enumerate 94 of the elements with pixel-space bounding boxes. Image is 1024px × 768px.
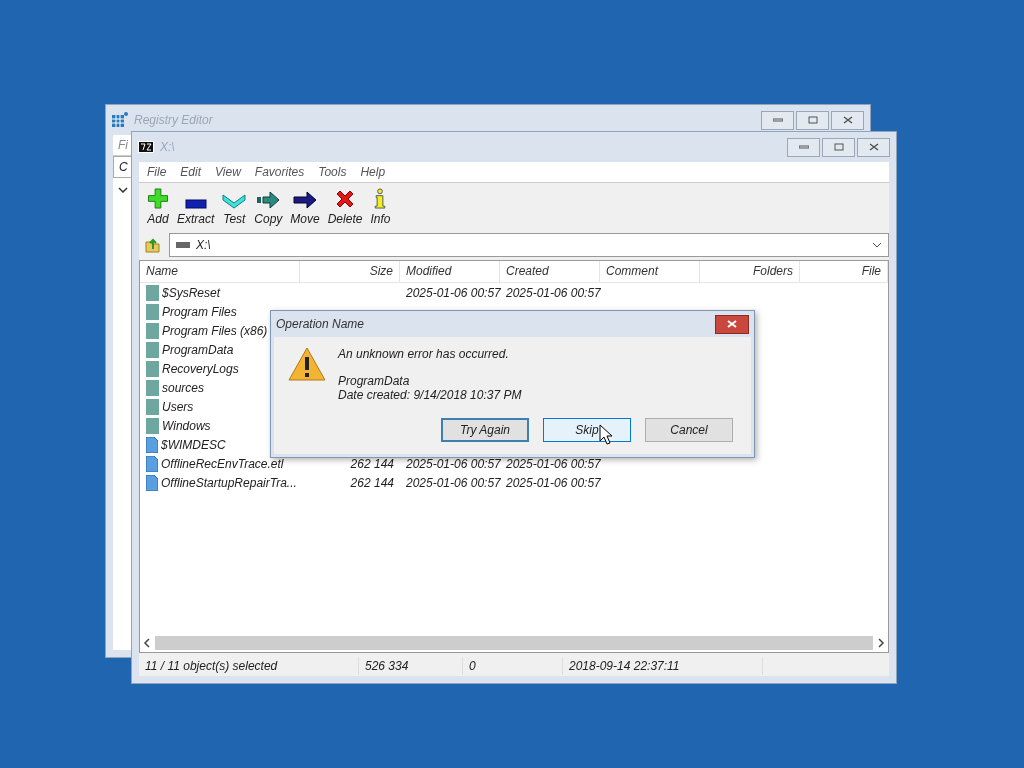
folder-icon [146, 341, 159, 358]
file-icon [146, 436, 158, 453]
column-header[interactable]: Folders [700, 261, 800, 282]
toolbar-button[interactable]: Info [366, 186, 395, 228]
menu-item[interactable]: Favorites [254, 165, 305, 179]
scroll-right-icon[interactable] [877, 638, 885, 648]
toolbar-button[interactable]: Extract [173, 186, 219, 228]
item-detail: Date created: 9/14/2018 10:37 PM [338, 388, 522, 402]
column-header[interactable]: Name [140, 261, 300, 282]
file-name[interactable]: Windows [162, 418, 211, 433]
toolbar-button[interactable]: Delete [323, 186, 367, 228]
error-message: An unknown error has occurred. [338, 347, 510, 361]
column-header[interactable]: File [800, 261, 888, 282]
file-name[interactable]: $SysReset [162, 285, 221, 300]
app-icon [138, 141, 154, 153]
table-cell-text: 2025-01-06 00:57 [505, 475, 600, 490]
minimize-icon [798, 145, 809, 149]
drive-icon [176, 242, 190, 248]
close-button[interactable] [831, 110, 864, 130]
file-name[interactable]: OfflineRecEnvTrace.etl [161, 456, 284, 471]
folder-icon [146, 379, 159, 396]
folder-icon [146, 360, 159, 377]
file-name[interactable]: $WIMDESC [161, 437, 226, 452]
file-name[interactable]: Users [162, 399, 194, 414]
plus-icon [147, 188, 169, 209]
scroll-left-icon[interactable] [143, 638, 151, 648]
folder-icon [146, 284, 159, 301]
maximize-icon [833, 143, 844, 151]
dialog-button[interactable]: Skip [543, 418, 631, 442]
registry-icon [112, 112, 128, 128]
menu-item[interactable]: Fi [118, 138, 128, 152]
minus-icon [184, 199, 207, 209]
info-icon [373, 188, 388, 209]
folder-icon [146, 398, 159, 415]
cursor-icon [599, 424, 613, 446]
table-cell-text: 2025-01-06 00:57 [405, 475, 500, 490]
column-header[interactable]: Comment [600, 261, 700, 282]
table-cell-text: 2025-01-06 00:57 [505, 285, 600, 300]
status-text: 11 / 11 object(s) selected [139, 657, 359, 675]
file-name[interactable]: ProgramData [162, 342, 234, 357]
close-icon [727, 320, 737, 328]
column-header[interactable]: C [119, 160, 128, 174]
toolbar-button[interactable]: Add [143, 186, 173, 228]
status-text: 2018-09-14 22:37:11 [563, 657, 763, 675]
arrow-icon [256, 191, 281, 209]
warning-icon [288, 347, 326, 381]
table-cell-text: 262 144 [349, 475, 395, 490]
close-icon [842, 116, 853, 124]
file-name[interactable]: RecoveryLogs [162, 361, 239, 376]
dialog-title: Operation Name [276, 317, 365, 331]
column-header[interactable]: Created [500, 261, 600, 282]
item-name: ProgramData [338, 374, 411, 388]
window-title: X:\ [160, 140, 175, 154]
close-button[interactable] [715, 314, 749, 334]
toolbar-button[interactable]: Copy [250, 186, 287, 228]
file-name[interactable]: sources [162, 380, 205, 395]
menu-item[interactable]: Help [360, 165, 386, 179]
minimize-icon [772, 118, 783, 122]
maximize-icon [807, 116, 818, 124]
close-button[interactable] [857, 137, 890, 157]
column-header[interactable]: Size [300, 261, 400, 282]
table-cell-text: 2025-01-06 00:57 [405, 456, 500, 471]
chevron-icon[interactable] [118, 187, 128, 193]
dialog-button[interactable]: Try Again [441, 418, 529, 442]
table-cell-text: 262 144 [349, 456, 395, 471]
column-header[interactable]: Modified [400, 261, 500, 282]
file-icon [146, 455, 158, 472]
address-field[interactable]: X:\ [169, 233, 889, 257]
window-title: Registry Editor [134, 113, 213, 127]
file-icon [146, 474, 158, 491]
dropdown-icon[interactable] [872, 242, 882, 248]
folder-icon [146, 417, 159, 434]
table-cell-text: 2025-01-06 00:57 [505, 456, 600, 471]
toolbar-button[interactable]: Test [218, 186, 251, 228]
chevron-icon [222, 193, 247, 209]
folder-icon [146, 322, 159, 339]
file-name[interactable]: Program Files [162, 304, 237, 319]
menu-item[interactable]: Edit [180, 165, 202, 179]
file-name[interactable]: OfflineStartupRepairTra... [161, 475, 297, 490]
arrow-icon [293, 191, 318, 209]
table-cell-text: 2025-01-06 00:57 [405, 285, 500, 300]
menu-item[interactable]: View [215, 165, 241, 179]
menu-item[interactable]: File [147, 165, 167, 179]
close-icon [868, 143, 879, 151]
status-text: 526 334 [359, 657, 463, 675]
menu-item[interactable]: Tools [318, 165, 347, 179]
folder-icon [146, 303, 159, 320]
scrollbar-thumb[interactable] [155, 636, 873, 650]
x-icon [335, 189, 356, 209]
status-text: 0 [463, 657, 563, 675]
file-name[interactable]: Program Files (x86) [162, 323, 268, 338]
toolbar-button[interactable]: Move [286, 186, 324, 228]
dialog-button[interactable]: Cancel [645, 418, 733, 442]
folder-up-icon[interactable] [145, 237, 161, 253]
